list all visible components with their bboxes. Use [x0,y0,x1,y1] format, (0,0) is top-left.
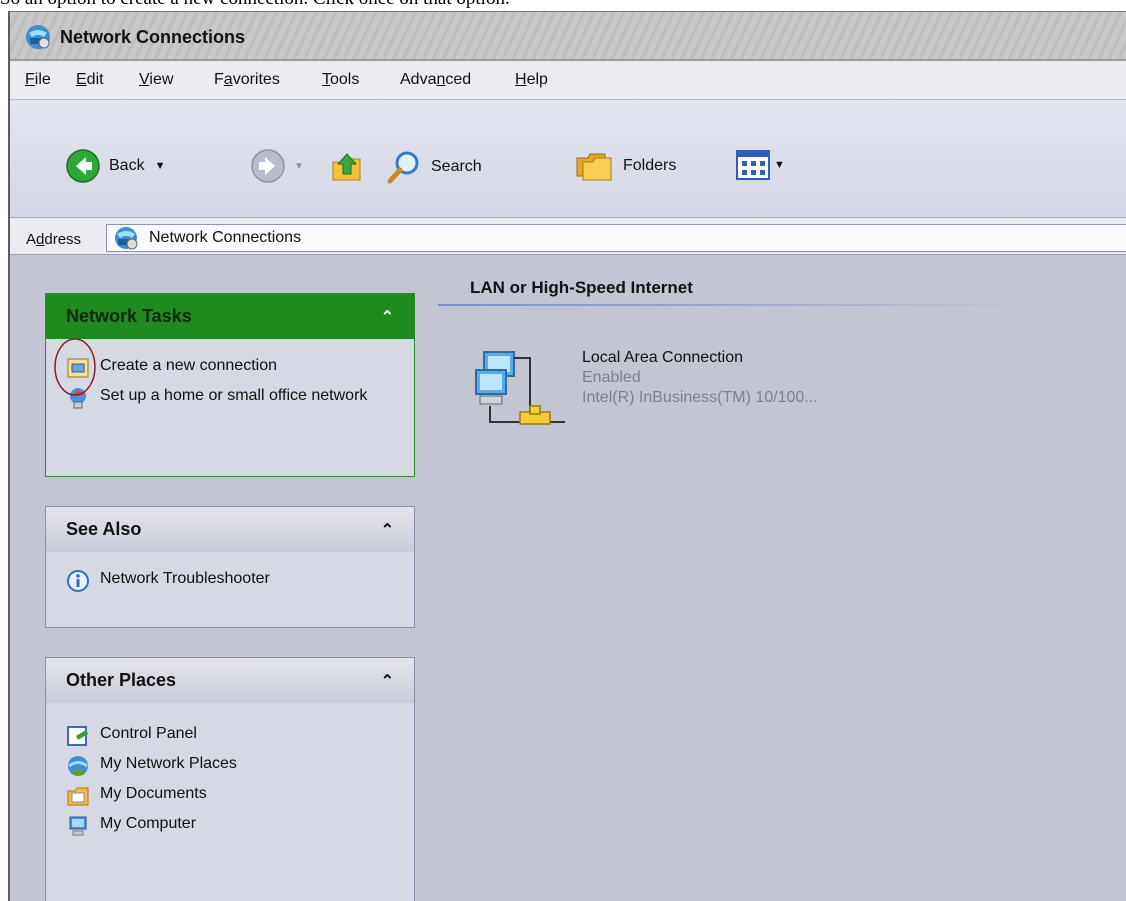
back-arrow-icon [66,149,100,183]
network-tasks-panel: Network Tasks ⌃ Create a new connection [45,293,415,477]
search-icon [387,151,419,184]
place-control-panel[interactable]: Control Panel [46,721,414,751]
views-dropdown-icon[interactable]: ▼ [774,159,785,171]
search-button[interactable]: Search [385,148,482,186]
menu-edit[interactable]: Edit [76,71,104,89]
task-home-network[interactable]: Set up a home or small office network [46,383,414,413]
forward-arrow-icon [251,149,285,183]
folders-button[interactable]: Folders [575,148,676,184]
forward-button[interactable]: ▼ [250,148,304,184]
toolbar: Back ▼ ▼ Search Folders ▼ [10,100,1126,222]
back-dropdown-icon[interactable]: ▼ [155,160,166,172]
title-bar[interactable]: Network Connections [10,12,1126,61]
help-info-icon [67,570,89,592]
control-panel-icon [67,726,88,746]
documents-folder-icon [67,787,89,806]
views-button[interactable]: ▼ [736,150,785,180]
explorer-window: Network Connections File Edit View Favor… [8,11,1126,901]
menu-help[interactable]: Help [515,71,548,89]
other-places-panel: Other Places ⌃ Control Panel My Network … [45,657,415,901]
collapse-chevron-icon[interactable]: ⌃ [381,520,394,540]
back-button[interactable]: Back ▼ [65,148,165,184]
lan-section-title: LAN or High-Speed Internet [470,278,693,297]
address-value: Network Connections [149,229,302,246]
up-folder-button[interactable] [330,148,364,184]
task-network-troubleshooter[interactable]: Network Troubleshooter [46,566,414,596]
menu-advanced[interactable]: Advanced [400,71,471,89]
up-folder-icon [332,153,361,181]
menu-view[interactable]: View [139,71,173,89]
place-my-documents[interactable]: My Documents [46,781,414,811]
menu-file[interactable]: File [25,71,51,89]
connection-device: Intel(R) InBusiness(TM) 10/100... [582,389,818,406]
forward-dropdown-icon[interactable]: ▼ [294,161,304,172]
address-field[interactable]: Network Connections [106,224,1126,252]
collapse-chevron-icon[interactable]: ⌃ [381,307,394,327]
address-bar: Address Network Connections [10,217,1126,255]
lan-connection-icon [475,351,565,425]
other-places-header[interactable]: Other Places ⌃ [46,658,414,703]
highlight-circle-icon [54,338,96,396]
local-area-connection-item[interactable]: Local Area Connection Enabled Intel(R) I… [470,342,818,442]
menu-tools[interactable]: Tools [322,71,359,89]
network-places-icon [68,756,88,776]
tutorial-caption: So an option to create a new connection.… [0,0,1126,9]
task-create-new-connection[interactable]: Create a new connection [46,338,414,396]
network-connections-icon [115,227,138,250]
connection-status: Enabled [582,369,641,386]
see-also-header[interactable]: See Also ⌃ [46,507,414,552]
menu-favorites[interactable]: Favorites [214,71,280,89]
window-title: Network Connections [60,27,246,47]
connection-name: Local Area Connection [582,349,743,366]
views-icon [736,150,770,180]
place-my-computer[interactable]: My Computer [46,811,414,841]
collapse-chevron-icon[interactable]: ⌃ [381,671,394,691]
network-connections-icon [26,25,50,49]
folders-icon [576,153,612,181]
place-my-network-places[interactable]: My Network Places [46,751,414,781]
see-also-panel: See Also ⌃ Network Troubleshooter [45,506,415,628]
address-label: Address [26,231,82,248]
computer-icon [69,816,87,836]
network-tasks-header[interactable]: Network Tasks ⌃ [46,294,414,339]
menu-bar: File Edit View Favorites Tools Advanced … [10,61,1126,100]
section-divider [438,304,1038,306]
